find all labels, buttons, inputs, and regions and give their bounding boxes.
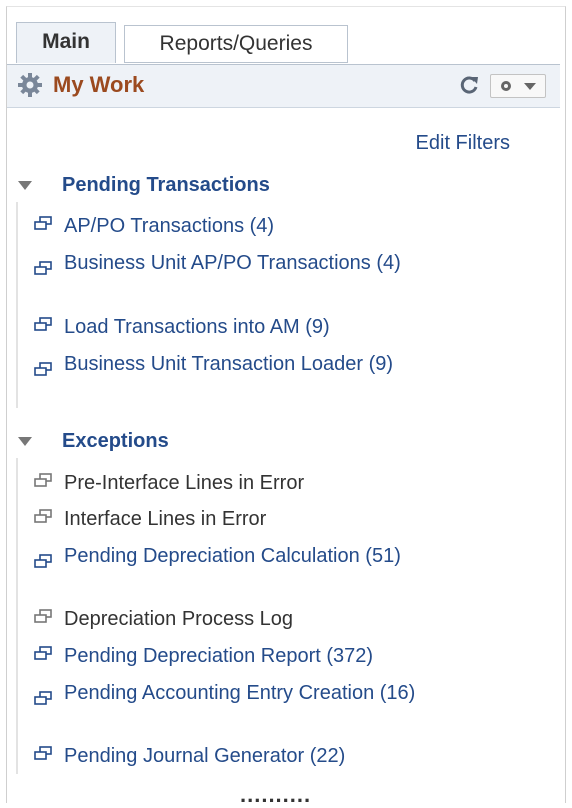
related-content-icon: [34, 646, 52, 660]
edit-filters-link[interactable]: Edit Filters: [416, 132, 510, 155]
collapse-triangle-icon[interactable]: [18, 181, 32, 191]
related-content-icon: [34, 261, 52, 275]
related-content-icon: [34, 746, 52, 760]
list-item: Depreciation Process Log: [64, 608, 294, 630]
pagelet-header: My Work: [7, 64, 560, 108]
section-title: Pending Transactions: [62, 174, 270, 196]
section-body-pending-transactions: [16, 202, 18, 408]
related-content-icon: [34, 473, 52, 487]
list-item[interactable]: Pending Journal Generator (22): [64, 743, 464, 769]
related-content-icon: [34, 216, 52, 230]
list-item[interactable]: Load Transactions into AM (9): [64, 314, 464, 340]
related-content-icon: [34, 317, 52, 331]
list-item: Pre-Interface Lines in Error: [64, 472, 305, 494]
collapse-triangle-icon[interactable]: [18, 437, 32, 447]
related-content-icon: [34, 554, 52, 568]
related-content-icon: [34, 609, 52, 623]
tab-reports-queries[interactable]: Reports/Queries: [124, 25, 348, 63]
list-item[interactable]: Business Unit Transaction Loader (9): [64, 351, 464, 377]
gears-icon: [18, 73, 42, 97]
list-item[interactable]: Business Unit AP/PO Transactions (4): [64, 250, 464, 276]
chevron-down-icon: [524, 83, 536, 90]
list-item[interactable]: AP/PO Transactions (4): [64, 213, 464, 239]
gear-icon: [501, 81, 511, 91]
refresh-icon[interactable]: [457, 73, 481, 97]
related-content-icon: [34, 691, 52, 705]
list-item[interactable]: Pending Depreciation Report (372): [64, 643, 464, 669]
page-title: My Work: [53, 72, 145, 97]
list-item: Interface Lines in Error: [64, 508, 267, 530]
resize-handle[interactable]: ..........: [240, 782, 311, 808]
related-content-icon: [34, 509, 52, 523]
section-exceptions[interactable]: Exceptions: [18, 430, 169, 453]
list-item[interactable]: Pending Accounting Entry Creation (16): [64, 680, 464, 706]
list-item[interactable]: Pending Depreciation Calculation (51): [64, 543, 464, 569]
section-body-exceptions: [16, 458, 18, 774]
related-content-icon: [34, 362, 52, 376]
settings-dropdown-button[interactable]: [490, 74, 546, 98]
section-title: Exceptions: [62, 430, 169, 452]
tab-main[interactable]: Main: [16, 22, 116, 63]
section-pending-transactions[interactable]: Pending Transactions: [18, 174, 270, 197]
